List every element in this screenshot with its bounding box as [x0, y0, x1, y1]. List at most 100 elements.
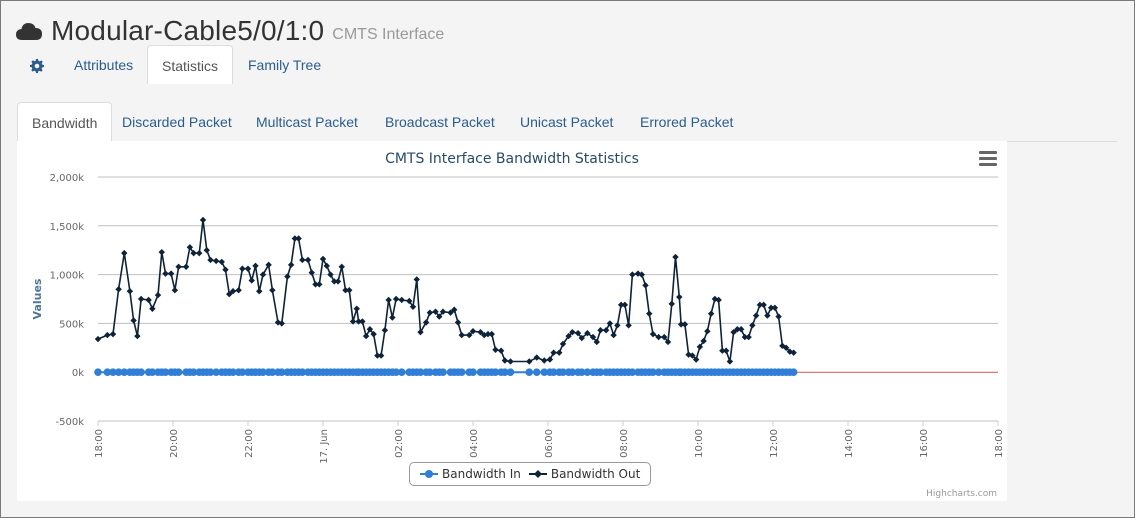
- bandwidth-out-point: [94, 335, 102, 343]
- page-subtitle: CMTS Interface: [332, 26, 445, 43]
- bandwidth-out-point: [507, 358, 514, 365]
- bandwidth-out-point: [629, 271, 636, 278]
- bandwidth-out-point: [134, 332, 141, 340]
- chart-title: CMTS Interface Bandwidth Statistics: [385, 151, 639, 167]
- x-tick-label: 10:00: [694, 429, 705, 458]
- chart-svg: CMTS Interface Bandwidth Statistics 2,000…: [31, 151, 1005, 464]
- bandwidth-out-point: [327, 271, 334, 278]
- bandwidth-in-point: [94, 368, 102, 376]
- bandwidth-out-point: [752, 312, 760, 319]
- bandwidth-out-point: [488, 330, 495, 338]
- bandwidth-in-point: [525, 368, 534, 376]
- bandwidth-out-point: [154, 291, 162, 299]
- bandwidth-out-point: [126, 287, 134, 295]
- tab-bandwidth[interactable]: Bandwidth: [17, 102, 113, 143]
- legend-label-bandwidth-in: Bandwidth In: [442, 467, 521, 481]
- tab-errored-packet[interactable]: Errored Packet: [626, 102, 747, 142]
- bandwidth-out-point: [668, 300, 675, 308]
- x-tick-label: 08:00: [619, 429, 630, 458]
- tab-broadcast-packet[interactable]: Broadcast Packet: [371, 102, 509, 142]
- bandwidth-out-point: [726, 358, 734, 365]
- bandwidth-out-point: [556, 349, 563, 356]
- bandwidth-out-point: [526, 358, 533, 365]
- bandwidth-chart: CMTS Interface Bandwidth Statistics 2,000…: [17, 141, 1007, 501]
- bandwidth-out-point: [362, 332, 370, 340]
- bandwidth-out-point: [239, 265, 246, 272]
- bandwidth-out-point: [145, 296, 152, 304]
- x-tick-label: 18:00: [94, 429, 105, 458]
- tab-statistics[interactable]: Statistics: [147, 45, 234, 86]
- chart-credits[interactable]: Highcharts.com: [926, 489, 997, 499]
- bandwidth-out-point: [203, 247, 210, 254]
- bandwidth-out-point: [417, 328, 424, 336]
- legend-item-bandwidth-out[interactable]: Bandwidth Out: [528, 467, 641, 481]
- y-tick-label: 1,000k: [50, 271, 85, 282]
- bandwidth-out-point: [319, 255, 327, 263]
- bandwidth-in-point: [506, 368, 515, 376]
- menu-bar-icon: [979, 163, 997, 166]
- y-tick-label: 1,500k: [50, 222, 85, 233]
- bandwidth-out-point: [642, 282, 649, 289]
- bandwidth-out-point: [649, 330, 657, 338]
- bandwidth-out-point: [171, 287, 179, 294]
- bandwidth-out-point: [392, 295, 400, 303]
- bandwidth-out-point: [338, 263, 345, 270]
- bandwidth-out-point: [346, 287, 353, 294]
- bandwidth-out-point: [212, 257, 220, 265]
- legend-circle-icon: [420, 470, 438, 478]
- bandwidth-out-point: [704, 328, 711, 335]
- bandwidth-out-point: [610, 331, 617, 339]
- bandwidth-out-point: [775, 313, 782, 320]
- tab-settings[interactable]: [15, 45, 59, 85]
- x-tick-label: 20:00: [169, 429, 180, 458]
- bandwidth-out-point: [323, 262, 330, 270]
- bandwidth-out-point: [458, 331, 465, 339]
- bandwidth-out-point: [602, 327, 610, 334]
- bandwidth-out-point: [137, 295, 145, 303]
- bandwidth-out-point: [533, 354, 540, 361]
- chart-menu-button[interactable]: [979, 151, 997, 167]
- bandwidth-out-point: [269, 287, 276, 294]
- x-tick-label: 14:00: [844, 429, 855, 458]
- bandwidth-in-point: [469, 368, 477, 376]
- bandwidth-out-point: [199, 216, 207, 224]
- bandwidth-out-point: [760, 301, 767, 309]
- bandwidth-out-point: [130, 317, 137, 324]
- bandwidth-out-point: [413, 276, 420, 283]
- bandwidth-out-point: [764, 312, 771, 319]
- tab-family-tree[interactable]: Family Tree: [234, 45, 335, 85]
- tab-multicast-packet[interactable]: Multicast Packet: [242, 102, 372, 142]
- page-title: Modular-Cable5/0/1:0: [51, 15, 325, 46]
- menu-bar-icon: [979, 157, 997, 160]
- bandwidth-out-point: [606, 320, 614, 327]
- bandwidth-in-point: [397, 368, 406, 376]
- bandwidth-out-point: [655, 333, 662, 341]
- bandwidth-out-point: [115, 286, 122, 293]
- tab-unicast-packet[interactable]: Unicast Packet: [506, 102, 627, 142]
- bandwidth-out-point: [546, 356, 554, 363]
- bandwidth-out-point: [316, 281, 323, 288]
- bandwidth-out-point: [149, 305, 156, 312]
- legend-label-bandwidth-out: Bandwidth Out: [550, 467, 641, 481]
- application-frame: Modular-Cable5/0/1:0 CMTS Interface Attr…: [0, 0, 1135, 518]
- tab-discarded-packet[interactable]: Discarded Packet: [108, 102, 246, 142]
- x-tick-label: 22:00: [244, 429, 255, 458]
- bandwidth-out-point: [707, 310, 715, 317]
- bandwidth-out-point: [501, 357, 509, 364]
- bandwidth-out-point: [121, 249, 128, 257]
- bandwidth-out-point: [550, 349, 557, 356]
- y-tick-label: 500k: [59, 319, 84, 330]
- y-tick-label: -500k: [56, 417, 85, 428]
- statistics-sub-tabs: Bandwidth Discarded Packet Multicast Pac…: [17, 102, 1117, 143]
- y-tick-label: 0k: [72, 368, 84, 379]
- bandwidth-out-point: [109, 330, 117, 338]
- bandwidth-out-point: [196, 249, 203, 257]
- bandwidth-out-point: [167, 270, 175, 277]
- x-tick-label: 16:00: [919, 429, 930, 458]
- legend-item-bandwidth-in[interactable]: Bandwidth In: [420, 467, 521, 481]
- x-tick-label: 17. Jun: [319, 429, 330, 464]
- x-tick-label: 06:00: [544, 429, 555, 458]
- tab-attributes[interactable]: Attributes: [60, 45, 147, 85]
- bandwidth-out-point: [771, 304, 779, 311]
- x-tick-label: 04:00: [469, 429, 480, 458]
